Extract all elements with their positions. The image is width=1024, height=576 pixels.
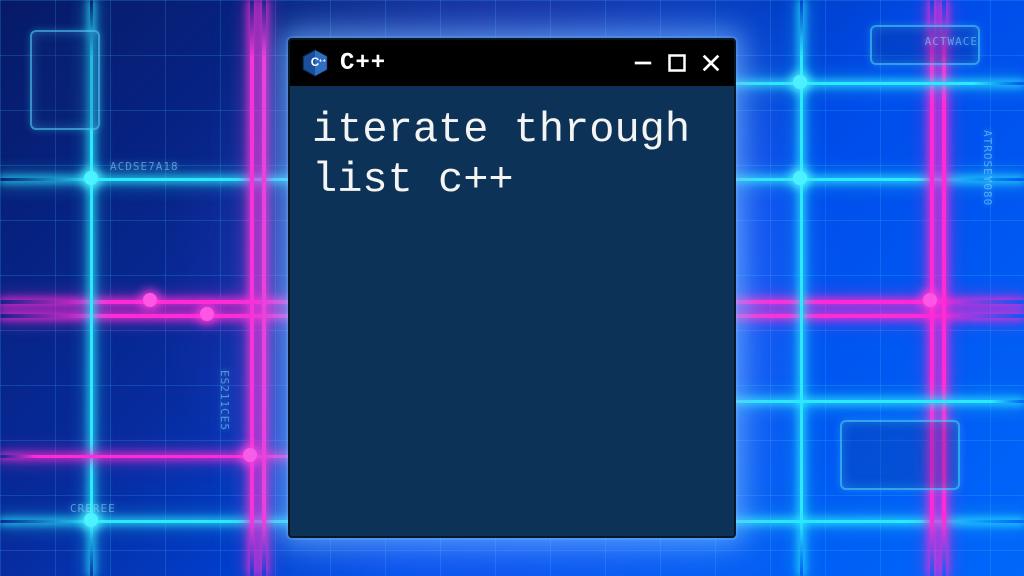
window-body: iterate through list c++ xyxy=(290,86,734,536)
close-button[interactable] xyxy=(700,52,722,74)
cpp-hex-icon: C + + xyxy=(300,48,330,78)
window-controls xyxy=(632,52,722,74)
window-title: C++ xyxy=(340,50,386,77)
app-window: C + + C++ xyxy=(288,38,736,538)
titlebar[interactable]: C + + C++ xyxy=(290,40,734,86)
maximize-button[interactable] xyxy=(666,52,688,74)
svg-text:C: C xyxy=(311,56,320,69)
window-glow: C + + C++ xyxy=(274,24,750,552)
minimize-button[interactable] xyxy=(632,52,654,74)
